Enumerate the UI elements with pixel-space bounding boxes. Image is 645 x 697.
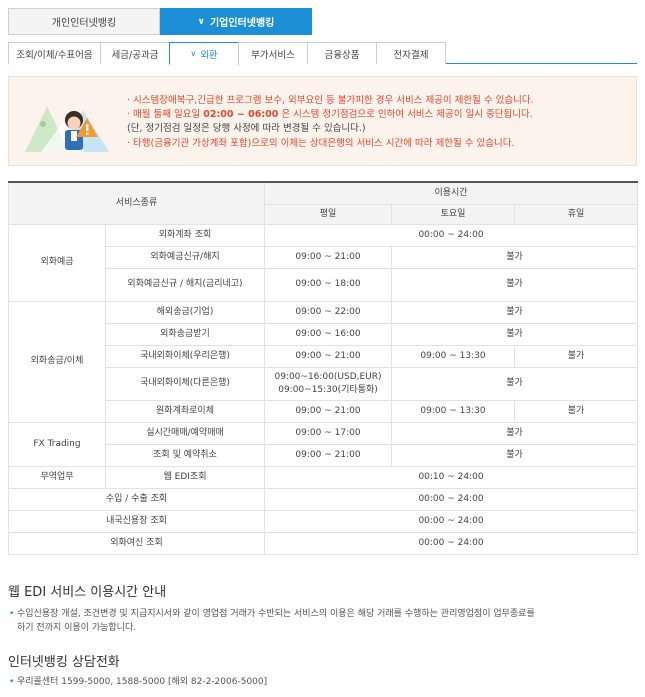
table-row: FX Trading 실시간매매/예약매매 09:00 ~ 17:00 불가	[8, 421, 639, 467]
group-trade: 무역업무	[8, 465, 106, 489]
hours-rest: 불가	[390, 322, 639, 346]
tab-label: 부가서비스	[251, 49, 295, 61]
hours-all: 00:00 ~ 24:00	[263, 487, 639, 511]
tab-label: 개인인터넷뱅킹	[51, 18, 117, 29]
service-name: 외화송금받기	[105, 322, 265, 346]
service-name: 웹 EDI조회	[105, 465, 265, 489]
header-saturday: 토요일	[391, 203, 515, 225]
hours-saturday: 09:00 ~ 13:30	[391, 399, 515, 423]
tab-label: 조회/이체/수표어음	[16, 49, 93, 61]
notice-line-outage: · 시스템장애복구,긴급한 프로그램 보수, 외부요인 등 불가피한 경우 서비…	[127, 95, 534, 106]
hours-weekday: 09:00 ~ 16:00	[264, 322, 392, 346]
service-name: 원화계좌로이체	[105, 399, 265, 423]
edi-section-text: • 수입신용장 개설, 조건변경 및 지급지시서와 같이 영업점 거래가 수반되…	[8, 607, 637, 635]
hours-holiday: 불가	[513, 399, 639, 423]
call-section-text: • 우리콜센터 1599-5000, 1588-5000 [해외 82-2-20…	[8, 675, 637, 689]
hours-rest: 불가	[390, 245, 639, 269]
hours-rest: 불가	[390, 267, 639, 302]
edi-text-line: 수입신용장 개설, 조건변경 및 지급지시서와 같이 영업점 거래가 수반되는 …	[17, 609, 535, 619]
service-name: 외화예금신규/해지	[105, 245, 265, 269]
call-center-numbers: 우리콜센터 1599-5000, 1588-5000 [해외 82-2-2006…	[17, 677, 268, 687]
service-name: 수입 / 수출 조회	[8, 487, 265, 511]
table-row: 무역업무 웹 EDI조회 00:10 ~ 24:00	[8, 465, 639, 489]
hours-weekday: 09:00 ~ 22:00	[264, 300, 392, 324]
tab-foreign-exchange[interactable]: ∨ 외환	[169, 42, 239, 65]
edi-section-title: 웹 EDI 서비스 이용시간 안내	[8, 585, 167, 600]
hours-weekday: 09:00 ~ 18:00	[264, 267, 392, 302]
table-row: 내국신용장 조회 00:00 ~ 24:00	[8, 509, 639, 533]
hours-rest: 불가	[390, 443, 639, 467]
hours-weekday: 09:00 ~ 21:00	[264, 399, 392, 423]
header-weekday: 평일	[264, 203, 392, 225]
hours-rest: 불가	[390, 300, 639, 324]
tab-label: 전자결제	[393, 49, 429, 61]
tab-label: 외환	[200, 49, 218, 61]
notice-text: 은 시스템 정기점검으로 인하여 서비스 제공이 일시 중단됩니다.	[278, 109, 533, 121]
tab-additional-services[interactable]: 부가서비스	[238, 42, 308, 64]
service-name: 조회 및 예약취소	[105, 443, 265, 467]
chevron-down-icon: ∨	[190, 49, 197, 58]
table-row: 수입 / 수출 조회 00:00 ~ 24:00	[8, 487, 639, 511]
service-name: 내국신용장 조회	[8, 509, 265, 533]
table-row: 외화여신 조회 00:00 ~ 24:00	[8, 531, 639, 555]
table-row: 외화송금/이체 해외송금(기업) 09:00 ~ 22:00 불가	[8, 300, 639, 423]
header-holiday: 휴일	[513, 203, 639, 225]
hours-line: 09:00~15:30(기타통화)	[278, 384, 378, 395]
hours-weekday: 09:00 ~ 21:00	[264, 344, 392, 368]
service-name: 국내외화이체(다른은행)	[105, 366, 265, 401]
hours-all: 00:10 ~ 24:00	[263, 465, 639, 489]
bullet-icon: •	[9, 609, 15, 619]
header-service-type: 서비스종류	[8, 181, 265, 225]
service-notice: · 시스템장애복구,긴급한 프로그램 보수, 외부요인 등 불가피한 경우 서비…	[8, 76, 637, 166]
service-name: 외화예금신규 / 해지(금리네고)	[105, 267, 265, 302]
group-fx-trading: FX Trading	[8, 421, 106, 467]
service-name: 국내외화이체(우리은행)	[105, 344, 265, 368]
notice-line-interbank: · 타행(금융기관 가상계좌 포함)으로의 이체는 상대은행의 서비스 시간에 …	[127, 137, 515, 149]
tab-inquiry-transfer[interactable]: 조회/이체/수표어음	[8, 42, 101, 64]
tab-financial-products[interactable]: 금융상품	[307, 42, 377, 64]
hours-weekday: 09:00 ~ 21:00	[264, 245, 392, 269]
hours-line: 09:00~16:00(USD,EUR)	[274, 371, 382, 382]
tab-label: 금융상품	[324, 49, 360, 61]
hours-all: 00:00 ~ 24:00	[263, 531, 639, 555]
service-name: 외화계좌 조회	[105, 223, 265, 247]
chevron-down-icon: ∨	[197, 16, 205, 27]
hours-saturday: 09:00 ~ 13:30	[391, 344, 515, 368]
tab-label: 기업인터넷뱅킹	[209, 18, 275, 29]
hours-weekday: 09:00~16:00(USD,EUR) 09:00~15:30(기타통화)	[264, 366, 392, 401]
table-row: 외화예금 외화계좌 조회 00:00 ~ 24:00	[8, 223, 639, 302]
notice-line-schedule: (단, 정기점검 일정은 당행 사정에 따라 변경될 수 있습니다.)	[127, 123, 366, 135]
hours-weekday: 09:00 ~ 21:00	[264, 443, 392, 467]
hours-all: 00:00 ~ 24:00	[263, 223, 639, 247]
hours-weekday: 09:00 ~ 17:00	[264, 421, 392, 445]
call-section-title: 인터넷뱅킹 상담전화	[8, 655, 120, 670]
notice-text: · 매월 둘째 일요일	[127, 109, 204, 121]
warning-illustration-icon	[25, 106, 109, 152]
sub-tabs: 조회/이체/수표어음 세금/공과금 ∨ 외환 부가서비스 금융상품 전자결제	[8, 42, 637, 65]
tab-tax[interactable]: 세금/공과금	[100, 42, 170, 64]
group-fx-remit: 외화송금/이체	[8, 300, 106, 423]
top-tabs: 개인인터넷뱅킹 ∨ 기업인터넷뱅킹	[8, 8, 312, 35]
tab-e-payment[interactable]: 전자결제	[376, 42, 446, 64]
bullet-icon: •	[9, 677, 15, 687]
tab-corporate-banking[interactable]: ∨ 기업인터넷뱅킹	[160, 8, 312, 35]
header-hours: 이용시간	[263, 181, 639, 205]
tab-label: 세금/공과금	[111, 49, 159, 61]
hours-holiday: 불가	[513, 344, 639, 368]
tab-personal-banking[interactable]: 개인인터넷뱅킹	[8, 8, 160, 35]
service-name: 외화여신 조회	[8, 531, 265, 555]
notice-line-maintenance: · 매월 둘째 일요일 02:00 ~ 06:00 은 시스템 정기점검으로 인…	[127, 108, 632, 122]
service-name: 실시간매매/예약매매	[105, 421, 265, 445]
service-name: 해외송금(기업)	[105, 300, 265, 324]
group-fx-deposit: 외화예금	[8, 223, 106, 302]
hours-rest: 불가	[390, 366, 639, 401]
service-hours-table: 서비스종류 이용시간 평일 토요일 휴일 외화예금 외화계좌 조회 00:00 …	[8, 181, 639, 555]
maintenance-time: 02:00 ~ 06:00	[203, 109, 279, 121]
edi-text-line: 하기 전까지 이용이 가능합니다.	[17, 623, 137, 633]
hours-all: 00:00 ~ 24:00	[263, 509, 639, 533]
hours-rest: 불가	[390, 421, 639, 445]
